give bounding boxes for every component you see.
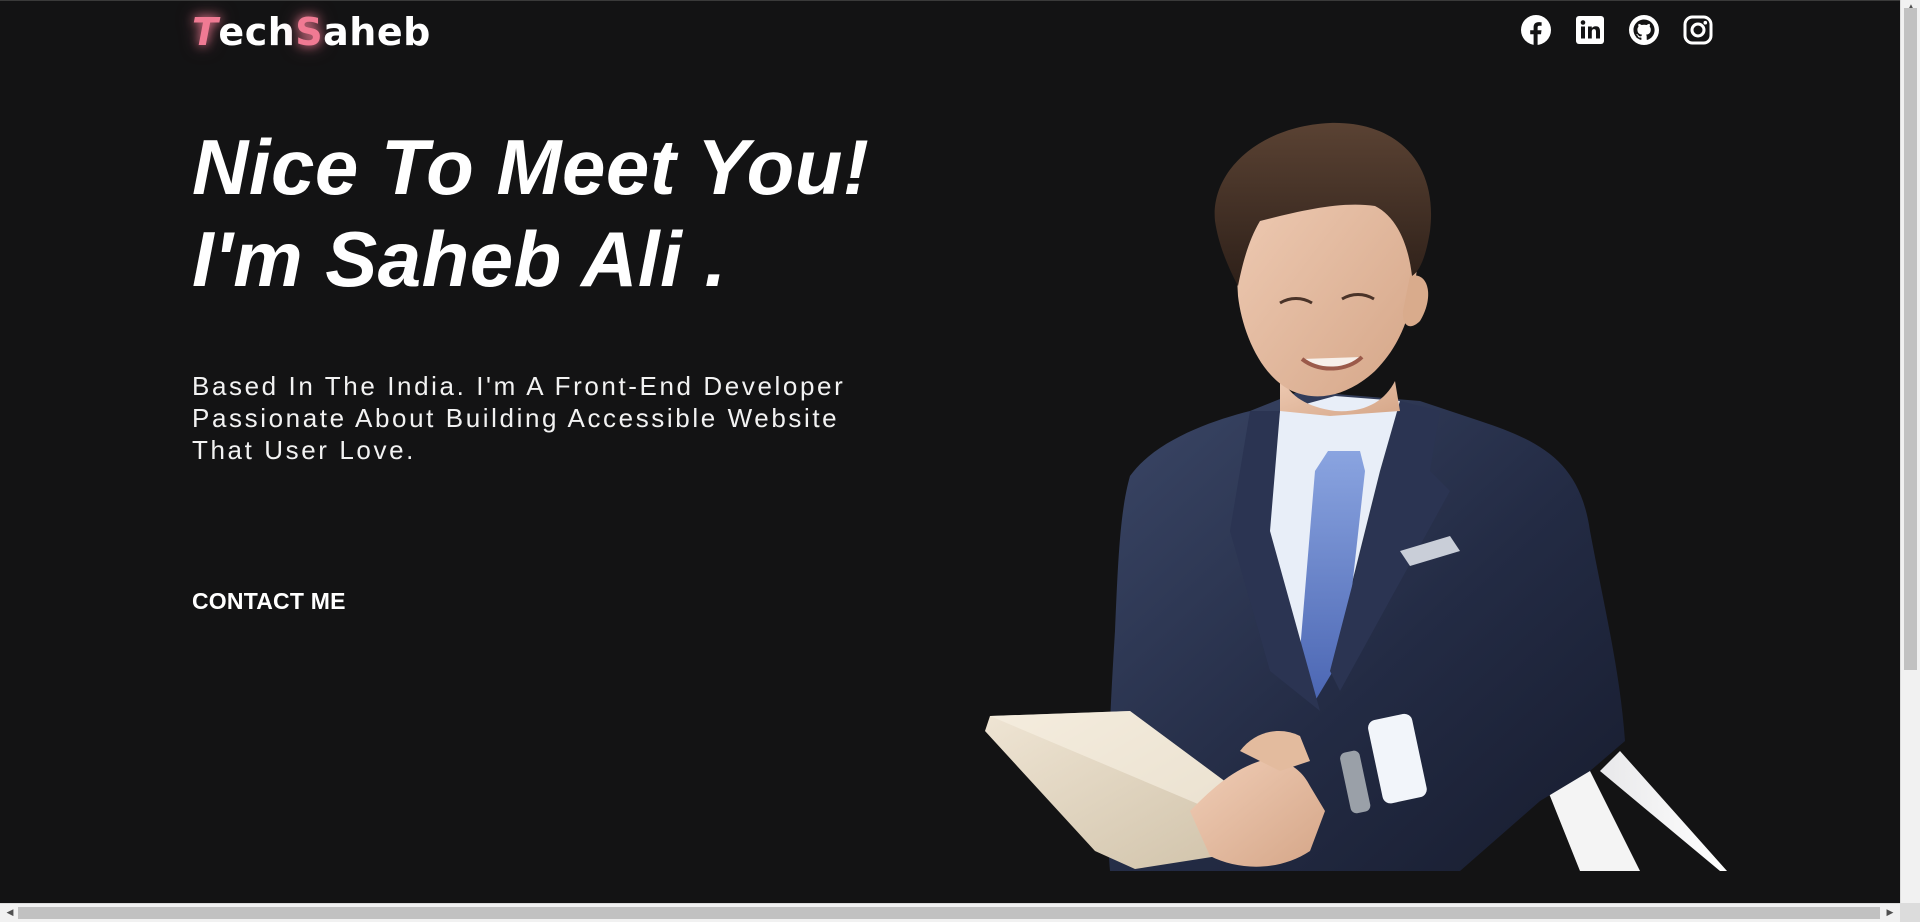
logo-text-aheb: aheb bbox=[323, 10, 431, 54]
horizontal-scrollbar[interactable]: ◀ ▶ bbox=[0, 903, 1900, 922]
horizontal-scroll-thumb[interactable] bbox=[18, 907, 1880, 919]
instagram-link[interactable] bbox=[1682, 14, 1714, 46]
vertical-scroll-thumb[interactable] bbox=[1904, 8, 1917, 670]
intro-line-2: Passionate About Building Accessible Web… bbox=[192, 403, 840, 433]
contact-me-button[interactable]: CONTACT ME bbox=[192, 588, 346, 615]
page-viewport: TechSaheb Nice To Meet You! I'm Saheb Al… bbox=[0, 0, 1900, 903]
scrollbar-corner bbox=[1900, 903, 1920, 922]
github-link[interactable] bbox=[1628, 14, 1660, 46]
scroll-left-arrow-icon[interactable]: ◀ bbox=[2, 905, 18, 921]
hero-headline: Nice To Meet You! I'm Saheb Ali . bbox=[192, 121, 869, 305]
logo-letter-t: T bbox=[192, 10, 219, 54]
facebook-icon bbox=[1521, 15, 1551, 45]
linkedin-icon bbox=[1576, 16, 1604, 44]
headline-line-2: I'm Saheb Ali . bbox=[192, 215, 727, 303]
scroll-right-arrow-icon[interactable]: ▶ bbox=[1882, 905, 1898, 921]
site-logo[interactable]: TechSaheb bbox=[192, 6, 431, 58]
instagram-icon bbox=[1683, 15, 1713, 45]
logo-letter-s: S bbox=[295, 10, 324, 54]
headline-line-1: Nice To Meet You! bbox=[192, 123, 870, 211]
hero-intro: Based In The India. I'm A Front-End Deve… bbox=[192, 370, 932, 466]
intro-line-3: That User Love. bbox=[192, 435, 416, 465]
facebook-link[interactable] bbox=[1520, 14, 1552, 46]
intro-line-1: Based In The India. I'm A Front-End Deve… bbox=[192, 371, 846, 401]
github-icon bbox=[1629, 15, 1659, 45]
portrait-image bbox=[985, 122, 1727, 871]
linkedin-link[interactable] bbox=[1574, 14, 1606, 46]
logo-text-ech: ech bbox=[218, 10, 296, 54]
vertical-scrollbar[interactable]: ▲ bbox=[1900, 0, 1920, 903]
social-links bbox=[1520, 14, 1714, 46]
